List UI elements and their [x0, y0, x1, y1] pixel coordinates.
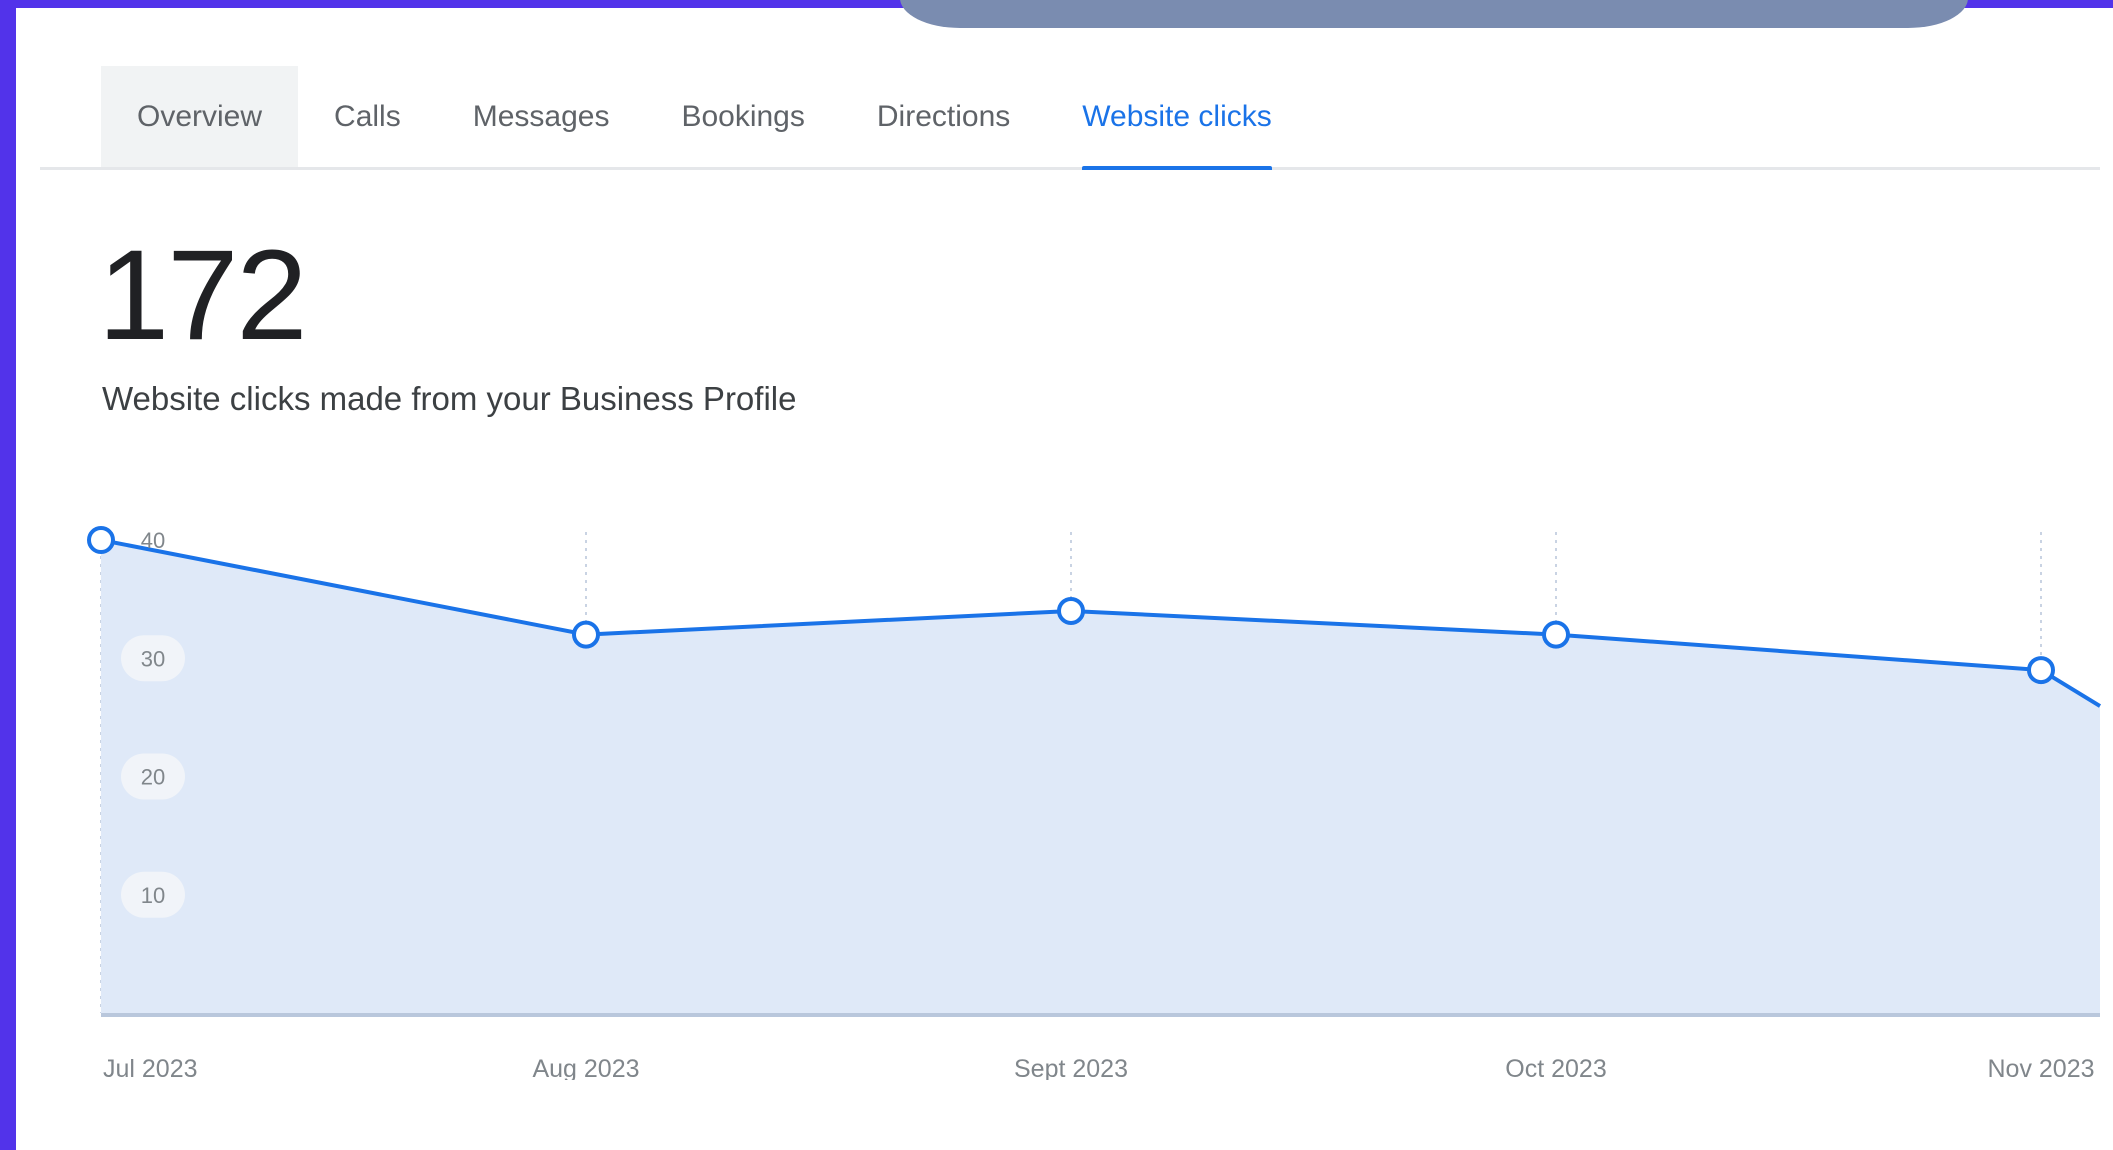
- y-tick-10: 10: [121, 871, 185, 918]
- tab-directions[interactable]: Directions: [841, 66, 1046, 167]
- tab-website-clicks[interactable]: Website clicks: [1046, 66, 1308, 170]
- y-tick-30: 30: [121, 635, 185, 682]
- total-clicks-description: Website clicks made from your Business P…: [102, 380, 797, 417]
- website-clicks-area-chart: 10 20 30 40 Jul 2023 Aug 2023 Sept 2023 Oct 20…: [87, 526, 2102, 1080]
- y-tick-label: 40: [141, 528, 165, 553]
- tab-label: Overview: [137, 99, 263, 133]
- data-point-jul-2023: [87, 526, 115, 554]
- x-axis-ticks: Jul 2023 Aug 2023 Sept 2023 Oct 2023 Nov 202…: [103, 1055, 2095, 1080]
- data-point-sept-2023: [1057, 596, 1085, 625]
- x-tick-label: Aug 2023: [532, 1055, 639, 1080]
- x-tick-label: Nov 2023: [1987, 1055, 2094, 1080]
- tab-label: Calls: [334, 99, 401, 133]
- total-clicks-value: 172: [98, 224, 308, 367]
- data-point-oct-2023: [1542, 620, 1570, 649]
- tab-messages[interactable]: Messages: [437, 66, 646, 167]
- tab-calls[interactable]: Calls: [298, 66, 437, 167]
- x-tick-label: Sept 2023: [1014, 1055, 1128, 1080]
- y-tick-20: 20: [121, 753, 185, 800]
- y-tick-40: 40: [141, 528, 165, 553]
- data-point-aug-2023: [572, 620, 600, 649]
- y-tick-label: 30: [141, 646, 165, 671]
- top-decorative-shape: [900, 0, 1968, 28]
- tab-label: Directions: [876, 99, 1011, 133]
- tab-bookings[interactable]: Bookings: [645, 66, 840, 167]
- x-tick-label: Oct 2023: [1505, 1055, 1606, 1080]
- tab-bar: Overview Calls Messages Bookings Directi…: [40, 66, 2100, 170]
- data-point-nov-2023: [2027, 656, 2055, 685]
- y-tick-label: 10: [141, 883, 165, 908]
- tab-overview[interactable]: Overview: [101, 66, 299, 167]
- tab-label: Bookings: [681, 99, 805, 133]
- x-tick-label: Jul 2023: [103, 1055, 198, 1080]
- tab-label: Messages: [472, 99, 610, 133]
- y-tick-label: 20: [141, 765, 165, 790]
- tab-label: Website clicks: [1082, 99, 1272, 133]
